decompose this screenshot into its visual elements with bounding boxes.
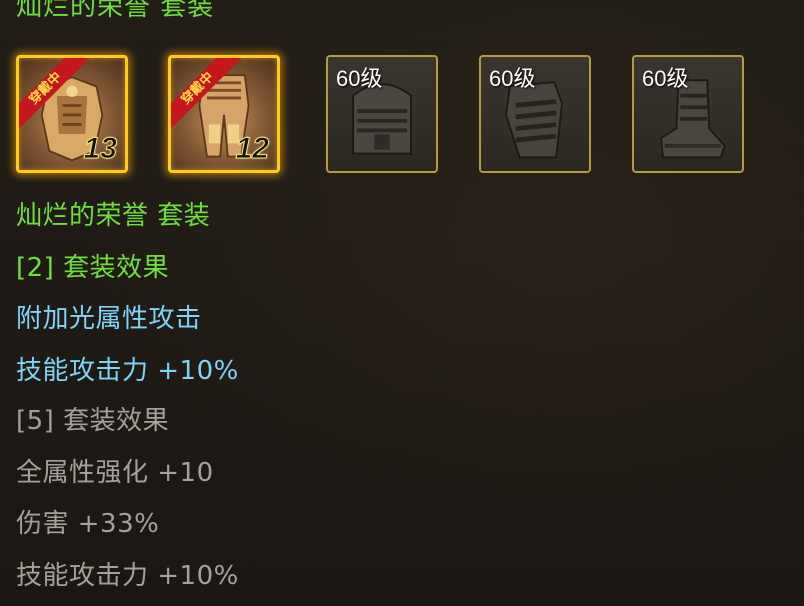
set-bonus-5-header: [5] 套装效果 [16, 406, 170, 436]
enhance-level: 13 [83, 132, 117, 166]
set-bonus-5-effect-3: 技能攻击力 +10% [16, 561, 239, 591]
required-level: 60级 [336, 66, 383, 91]
equip-slot-legs[interactable]: 穿戴中 12 [168, 55, 280, 173]
equip-slot-helmet[interactable]: 60级 [326, 55, 438, 173]
set-bonus-2-effect-1: 附加光属性攻击 [16, 304, 202, 334]
equip-slot-chest[interactable]: 穿戴中 13 [16, 55, 128, 173]
required-level: 60级 [489, 66, 536, 91]
set-bonus-5-effect-2: 伤害 +33% [16, 509, 160, 539]
enhance-level: 12 [235, 132, 269, 166]
set-bonus-2-effect-2: 技能攻击力 +10% [16, 356, 239, 386]
equip-slot-shoulder[interactable]: 60级 [479, 55, 591, 173]
set-bonus-5-effect-1: 全属性强化 +10 [16, 458, 214, 488]
set-bonus-2-header: [2] 套装效果 [16, 253, 170, 283]
set-tooltip-panel: 灿烂的荣誉 套装 穿戴中 13 穿戴中 12 60级 60级 60级 灿烂的荣誉… [0, 0, 804, 606]
set-title-top: 灿烂的荣誉 套装 [16, 0, 215, 22]
required-level: 60级 [642, 66, 689, 91]
set-name: 灿烂的荣誉 套装 [16, 201, 211, 231]
equip-slot-boots[interactable]: 60级 [632, 55, 744, 173]
